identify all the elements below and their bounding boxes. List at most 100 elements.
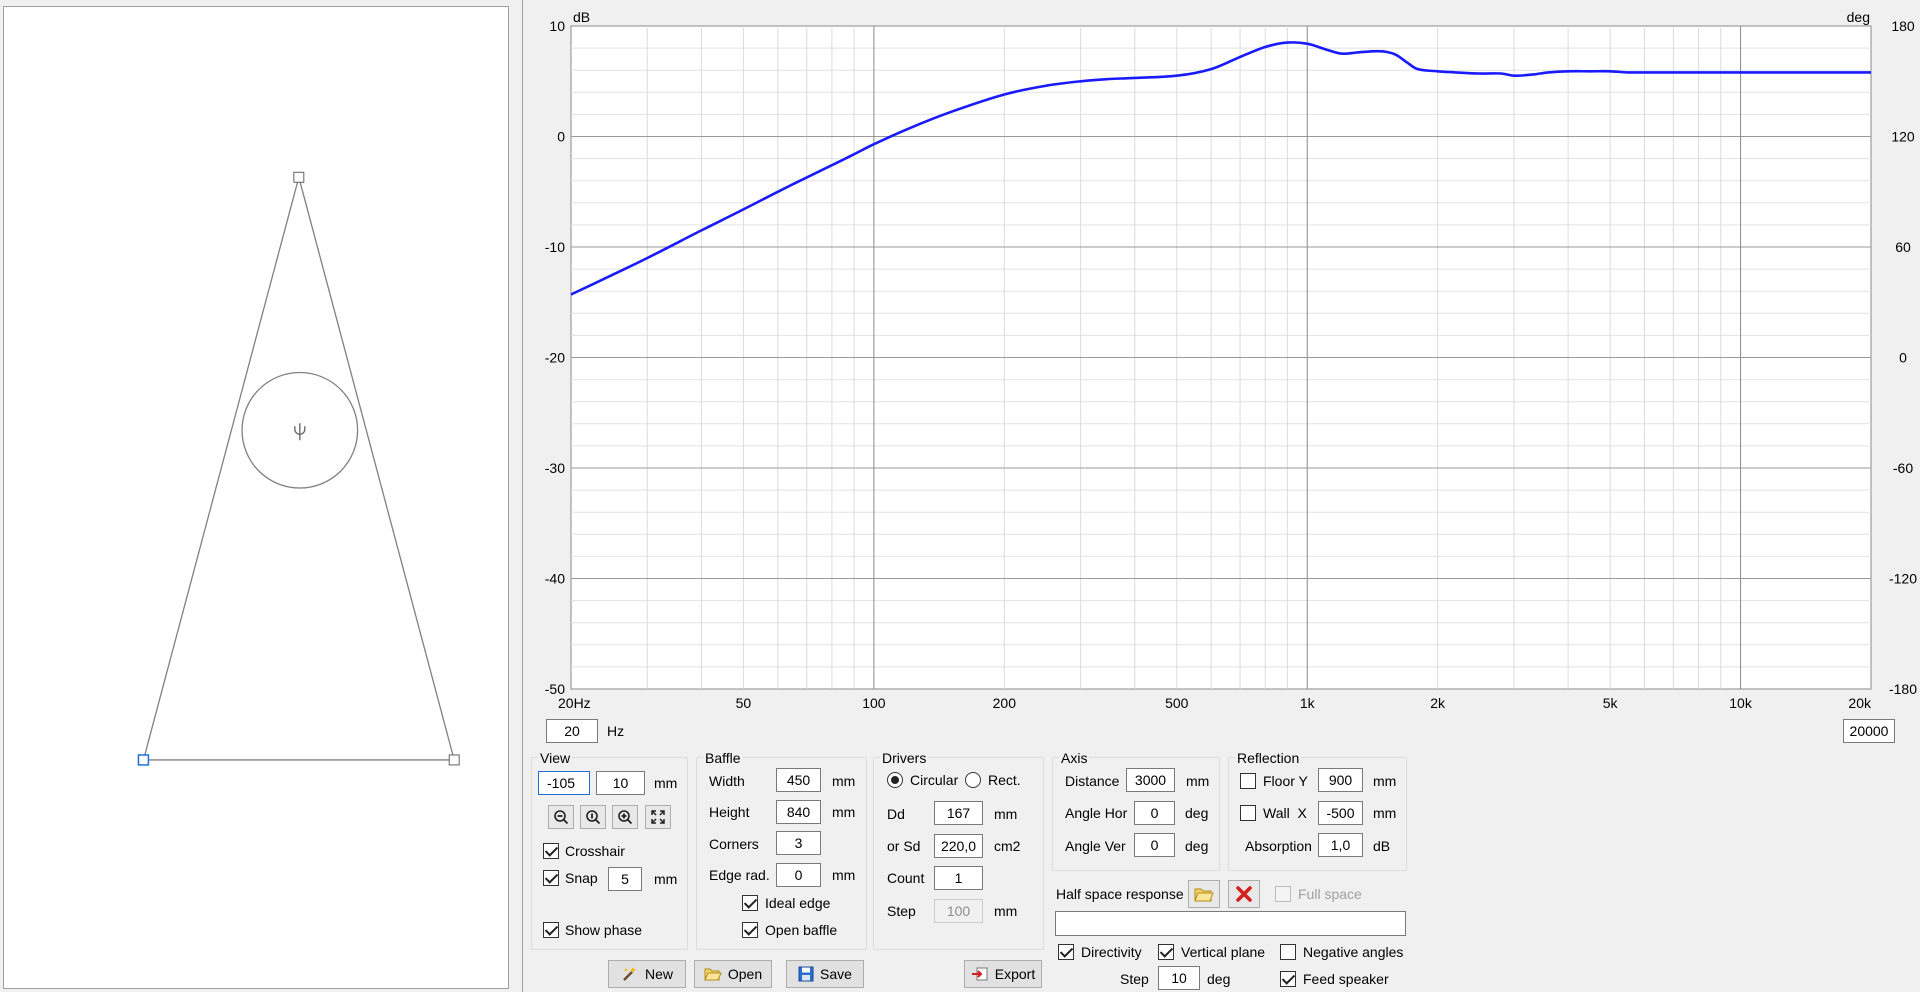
y2-tick-label: 180 <box>1891 18 1915 34</box>
ideal-edge-checkbox[interactable] <box>742 895 758 911</box>
floor-input[interactable]: 900 <box>1318 768 1363 792</box>
angle-ver-input[interactable]: 0 <box>1134 833 1175 857</box>
wall-checkbox[interactable] <box>1240 805 1256 821</box>
zoom-in-icon <box>618 810 633 825</box>
clear-response-button[interactable] <box>1228 880 1260 908</box>
x-tick-label: 50 <box>736 695 752 711</box>
frequency-response-graph[interactable]: 100-10-20-30-40-50 180120600-60-120-180 … <box>527 0 1920 712</box>
rect-label: Rect. <box>988 772 1021 788</box>
circular-radio[interactable] <box>887 772 903 788</box>
x-tick-label: 20Hz <box>558 695 591 711</box>
baffle-group-title: Baffle <box>703 749 743 767</box>
sd-label: or Sd <box>887 838 921 854</box>
corner-handle-left[interactable] <box>137 754 150 766</box>
pane-splitter[interactable] <box>512 0 520 992</box>
zoom-out-button[interactable] <box>548 805 574 829</box>
zoom-reset-button[interactable] <box>580 805 606 829</box>
show-phase-checkbox[interactable] <box>543 922 559 938</box>
driver-step-label: Step <box>887 903 916 919</box>
floor-label: Floor Y <box>1263 773 1308 789</box>
dd-label: Dd <box>887 806 905 822</box>
corners-input[interactable]: 3 <box>776 831 821 855</box>
x-tick-label: 500 <box>1165 695 1189 711</box>
rect-radio[interactable] <box>965 772 981 788</box>
x-tick-label: 10k <box>1729 695 1753 711</box>
absorption-input[interactable]: 1,0 <box>1318 833 1363 857</box>
sd-input[interactable]: 220,0 <box>934 834 983 858</box>
y2-unit-label: deg <box>1847 9 1870 25</box>
snap-unit-label: mm <box>654 871 678 887</box>
angle-ver-unit-label: deg <box>1185 838 1209 854</box>
full-space-label: Full space <box>1298 886 1362 902</box>
freq-unit-label: Hz <box>607 723 625 739</box>
ideal-edge-label: Ideal edge <box>765 895 831 911</box>
feed-speaker-checkbox[interactable] <box>1280 971 1296 987</box>
freq-min-input[interactable]: 20 <box>546 719 598 743</box>
vertical-plane-checkbox[interactable] <box>1158 944 1174 960</box>
corner-handle-top[interactable] <box>293 171 305 183</box>
baffle-shape[interactable] <box>142 174 456 761</box>
wall-label: Wall X <box>1263 805 1307 821</box>
driver-step-input[interactable]: 100 <box>934 899 983 923</box>
folder-icon <box>1194 888 1214 902</box>
half-space-path-input[interactable] <box>1055 911 1406 936</box>
y2-tick-label: 60 <box>1895 239 1911 255</box>
view-x-input[interactable]: -105 <box>538 771 590 795</box>
snap-input[interactable]: 5 <box>608 867 642 891</box>
new-button[interactable]: New <box>608 960 686 988</box>
view-unit-label: mm <box>654 775 678 791</box>
corners-label: Corners <box>709 836 759 852</box>
export-button[interactable]: Export <box>964 960 1042 988</box>
x-tick-label: 200 <box>993 695 1017 711</box>
half-space-label: Half space response <box>1056 886 1184 902</box>
reflection-group-title: Reflection <box>1235 749 1302 767</box>
view-y-input[interactable]: 10 <box>596 771 645 795</box>
full-space-checkbox[interactable] <box>1275 886 1291 902</box>
height-input[interactable]: 840 <box>776 800 821 824</box>
floor-checkbox[interactable] <box>1240 773 1256 789</box>
directivity-step-input[interactable]: 10 <box>1158 966 1200 990</box>
edge-radius-input[interactable]: 0 <box>776 863 821 887</box>
export-button-label: Export <box>994 966 1036 982</box>
directivity-step-unit-label: deg <box>1207 971 1231 987</box>
wall-unit-label: mm <box>1373 805 1397 821</box>
zoom-fit-button[interactable] <box>645 805 671 829</box>
angle-hor-label: Angle Hor <box>1065 805 1128 821</box>
open-button-label: Open <box>727 966 763 982</box>
y-unit-label: dB <box>573 9 590 25</box>
open-button[interactable]: Open <box>694 960 772 988</box>
dd-input[interactable]: 167 <box>934 801 983 825</box>
open-response-button[interactable] <box>1188 880 1220 908</box>
angle-hor-input[interactable]: 0 <box>1134 801 1175 825</box>
zoom-in-button[interactable] <box>612 805 638 829</box>
freq-max-input[interactable]: 20000 <box>1843 719 1895 743</box>
corner-handle-right[interactable] <box>448 754 460 766</box>
floppy-disk-icon <box>798 966 814 982</box>
count-input[interactable]: 1 <box>934 866 983 890</box>
zoom-reset-icon <box>586 810 601 825</box>
drivers-group-title: Drivers <box>880 749 929 767</box>
directivity-checkbox[interactable] <box>1058 944 1074 960</box>
crosshair-checkbox[interactable] <box>543 843 559 859</box>
open-baffle-checkbox[interactable] <box>742 922 758 938</box>
directivity-step-label: Step <box>1120 971 1149 987</box>
baffle-drawing-canvas[interactable] <box>3 6 509 989</box>
distance-input[interactable]: 3000 <box>1126 768 1175 792</box>
y2-tick-label: -60 <box>1893 460 1913 476</box>
negative-angles-checkbox[interactable] <box>1280 944 1296 960</box>
save-button[interactable]: Save <box>786 960 864 988</box>
view-group-title: View <box>538 749 573 767</box>
axis-group-title: Axis <box>1059 749 1090 767</box>
y-tick-label: 10 <box>549 18 565 34</box>
y2-tick-label: 120 <box>1891 129 1915 145</box>
width-input[interactable]: 450 <box>776 768 821 792</box>
zoom-out-icon <box>554 810 569 825</box>
wall-input[interactable]: -500 <box>1318 801 1363 825</box>
sd-unit-label: cm2 <box>994 838 1021 854</box>
angle-hor-unit-label: deg <box>1185 805 1209 821</box>
crosshair-label: Crosshair <box>565 843 625 859</box>
vertical-plane-label: Vertical plane <box>1181 944 1266 960</box>
feed-speaker-label: Feed speaker <box>1303 971 1389 987</box>
edge-radius-label: Edge rad. <box>709 867 770 883</box>
snap-checkbox[interactable] <box>543 870 559 886</box>
